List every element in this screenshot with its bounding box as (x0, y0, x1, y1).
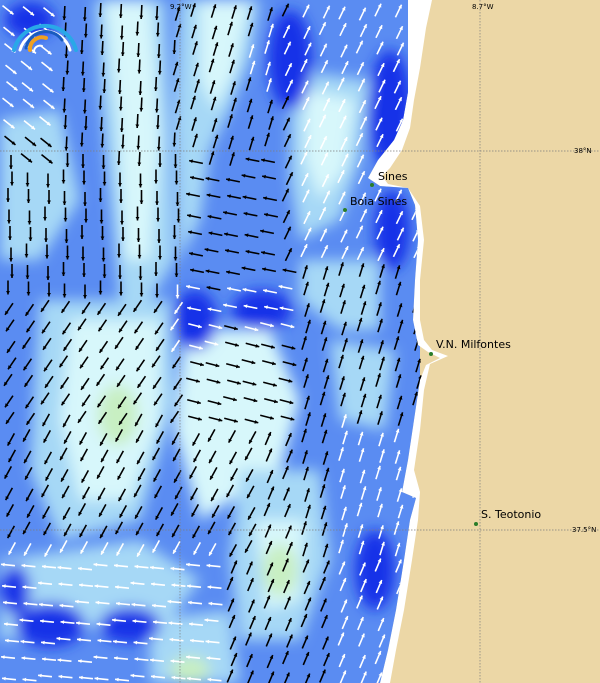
place-label-teotonio: S. Teotonio (481, 508, 542, 521)
place-marker-teotonio (474, 522, 478, 526)
place-label-boia-sines: Boia Sines (350, 195, 408, 208)
lat-label-south: 37.5°N (572, 526, 597, 534)
lon-label-west: 9.2°W (170, 3, 192, 11)
place-marker-sines (370, 183, 374, 187)
place-marker-milfontes (429, 352, 433, 356)
lon-label-east: 8.7°W (472, 3, 494, 11)
ocean-current-map: 9.2°W 8.7°W 38°N 37.5°N Sines Boia Sines… (0, 0, 600, 683)
place-marker-boia-sines (343, 208, 347, 212)
sea-area (0, 0, 423, 683)
lat-label-north: 38°N (574, 147, 592, 155)
place-label-sines: Sines (378, 170, 408, 183)
place-label-milfontes: V.N. Milfontes (436, 338, 511, 351)
